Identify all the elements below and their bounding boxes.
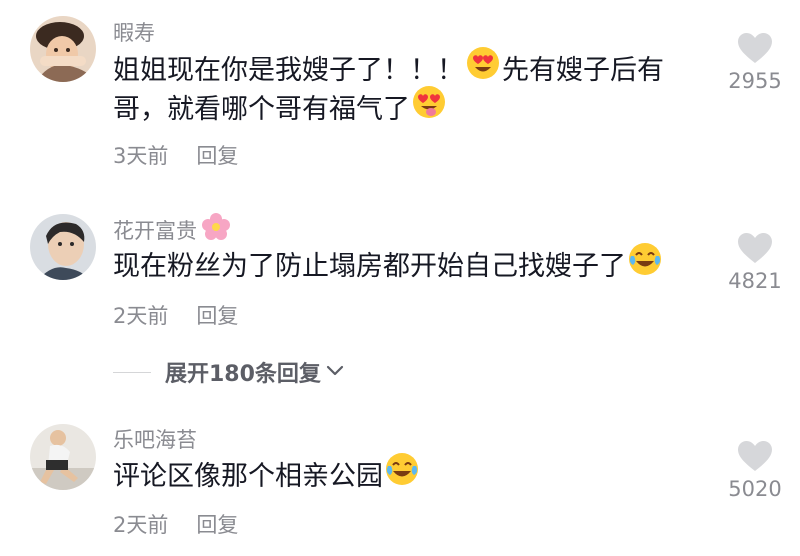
heart-eyes-tongue-emoji-icon xyxy=(412,85,446,130)
tears-of-joy-emoji-icon xyxy=(628,242,662,287)
comment-time: 2天前 xyxy=(113,513,169,537)
username[interactable]: 暇寿 xyxy=(113,20,155,46)
username-text: 花开富贵 xyxy=(113,219,197,243)
like-count: 2955 xyxy=(728,69,782,93)
expand-replies-label: 展开180条回复 xyxy=(165,362,321,387)
like-count: 4821 xyxy=(728,269,782,293)
comment-text-part: 姐姐现在你是我嫂子了！！！ xyxy=(113,55,464,86)
comment-item: 花开富贵 现在粉丝为了防止塌房都开始自己找嫂子了 2天前 回复 4821 xyxy=(0,190,800,340)
avatar-image xyxy=(30,214,96,280)
comment-text-part: 评论区像那个相亲公园 xyxy=(113,461,383,492)
expand-replies-button[interactable]: 展开180条回复 xyxy=(113,356,345,387)
reply-button[interactable]: 回复 xyxy=(196,304,238,328)
chevron-down-icon xyxy=(325,363,345,382)
like-button[interactable]: 5020 xyxy=(722,440,788,502)
heart-icon[interactable] xyxy=(737,32,773,64)
comment-meta: 2天前 回复 xyxy=(113,512,238,538)
heart-icon[interactable] xyxy=(737,232,773,264)
avatar-image xyxy=(30,424,96,490)
like-button[interactable]: 4821 xyxy=(722,232,788,294)
avatar-image xyxy=(30,16,96,82)
tears-of-joy-emoji-icon xyxy=(385,452,419,497)
avatar[interactable] xyxy=(30,214,96,280)
heart-eyes-emoji-icon xyxy=(466,46,500,91)
comment-text: 评论区像那个相亲公园 xyxy=(113,453,713,497)
like-button[interactable]: 2955 xyxy=(722,32,788,94)
pink-flower-icon xyxy=(201,212,231,248)
comment-text: 现在粉丝为了防止塌房都开始自己找嫂子了 xyxy=(113,243,713,287)
reply-button[interactable]: 回复 xyxy=(196,513,238,537)
username[interactable]: 花开富贵 xyxy=(113,213,231,248)
comment-item: 暇寿 姐姐现在你是我嫂子了！！！ 先有嫂子后有 哥，就看哪个哥有福气了 3天前 回复… xyxy=(0,0,800,190)
comment-text: 姐姐现在你是我嫂子了！！！ 先有嫂子后有 哥，就看哪个哥有福气了 xyxy=(113,47,713,130)
username[interactable]: 乐吧海苔 xyxy=(113,427,197,453)
like-count: 5020 xyxy=(728,477,782,501)
avatar[interactable] xyxy=(30,16,96,82)
comment-item: 乐吧海苔 评论区像那个相亲公园 2天前 回复 5020 xyxy=(0,400,800,556)
comment-meta: 2天前 回复 xyxy=(113,303,238,329)
avatar[interactable] xyxy=(30,424,96,490)
comment-text-part: 哥，就看哪个哥有福气了 xyxy=(113,94,410,125)
comment-time: 3天前 xyxy=(113,144,169,168)
comment-time: 2天前 xyxy=(113,304,169,328)
comment-text-part: 先有嫂子后有 xyxy=(502,55,664,86)
divider-line xyxy=(113,371,151,373)
heart-icon[interactable] xyxy=(737,440,773,472)
reply-button[interactable]: 回复 xyxy=(196,144,238,168)
comment-meta: 3天前 回复 xyxy=(113,143,238,169)
comment-text-part: 现在粉丝为了防止塌房都开始自己找嫂子了 xyxy=(113,251,626,282)
